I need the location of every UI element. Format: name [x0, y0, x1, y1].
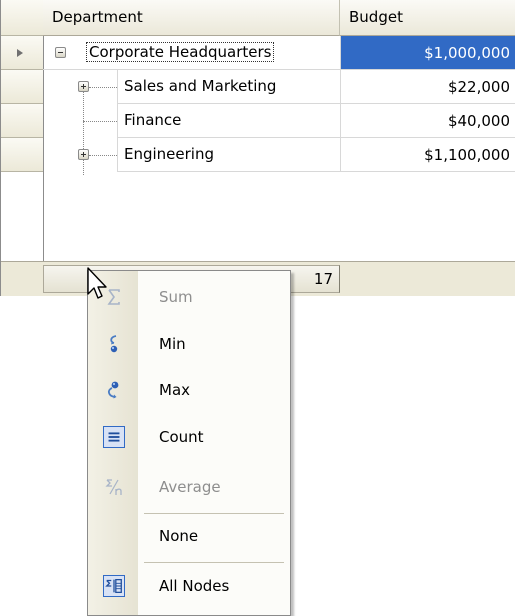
indicator-header: [1, 0, 43, 36]
row-indicator[interactable]: [1, 104, 43, 138]
menu-item-label: Min: [159, 335, 186, 353]
tree-connector: [89, 87, 117, 88]
menu-item-label: All Nodes: [159, 577, 230, 595]
row-indicator[interactable]: [1, 138, 43, 172]
tree-list-grid: Department Budget Corporate Headquarters…: [0, 0, 515, 296]
menu-item-max[interactable]: Max: [88, 371, 290, 411]
menu-separator: [144, 513, 284, 514]
node-label: Sales and Marketing: [124, 77, 277, 95]
tree-connector: [83, 121, 117, 122]
department-cell[interactable]: Finance: [117, 104, 340, 138]
node-label: Corporate Headquarters: [85, 42, 275, 62]
menu-item-count[interactable]: Count: [88, 418, 290, 458]
tree-connector: [89, 155, 117, 156]
budget-cell[interactable]: $40,000: [340, 104, 515, 138]
department-cell[interactable]: Corporate Headquarters: [43, 36, 340, 70]
column-header-budget[interactable]: Budget: [340, 0, 515, 36]
menu-item-label: None: [159, 527, 199, 545]
menu-item-none[interactable]: None: [88, 517, 290, 557]
focused-row-arrow-icon: [17, 49, 23, 57]
table-row[interactable]: Corporate Headquarters $1,000,000: [43, 36, 515, 70]
department-cell[interactable]: Engineering: [78, 138, 340, 172]
node-label: Engineering: [124, 145, 214, 163]
menu-item-label: Count: [159, 428, 204, 446]
max-icon: [108, 381, 119, 399]
department-cell[interactable]: Sales and Marketing: [78, 70, 340, 104]
row-indicator[interactable]: [1, 36, 43, 70]
row-indicator-column: [1, 0, 44, 261]
menu-item-min[interactable]: Min: [88, 325, 290, 365]
summary-context-menu: Sum Min Max Count Average None All Nodes: [87, 270, 291, 616]
menu-separator: [144, 562, 284, 563]
column-header-department[interactable]: Department: [43, 0, 340, 36]
average-icon: [105, 479, 122, 495]
budget-cell[interactable]: $1,000,000: [340, 36, 515, 70]
node-label: Finance: [124, 111, 182, 129]
menu-item-label: Average: [159, 478, 221, 496]
all-nodes-icon: [103, 575, 125, 597]
mouse-pointer-icon: [87, 267, 107, 299]
min-icon: [110, 335, 118, 353]
menu-item-sum[interactable]: Sum: [88, 278, 290, 318]
expand-node-icon[interactable]: [78, 149, 89, 160]
budget-cell[interactable]: $1,100,000: [340, 138, 515, 172]
expand-node-icon[interactable]: [78, 81, 89, 92]
row-indicator[interactable]: [1, 70, 43, 104]
menu-item-average[interactable]: Average: [88, 468, 290, 508]
count-icon: [103, 426, 125, 448]
menu-item-label: Max: [159, 381, 191, 399]
collapse-node-icon[interactable]: [55, 47, 66, 58]
menu-item-label: Sum: [159, 288, 193, 306]
menu-item-all-nodes[interactable]: All Nodes: [88, 567, 290, 607]
budget-cell[interactable]: $22,000: [340, 70, 515, 104]
